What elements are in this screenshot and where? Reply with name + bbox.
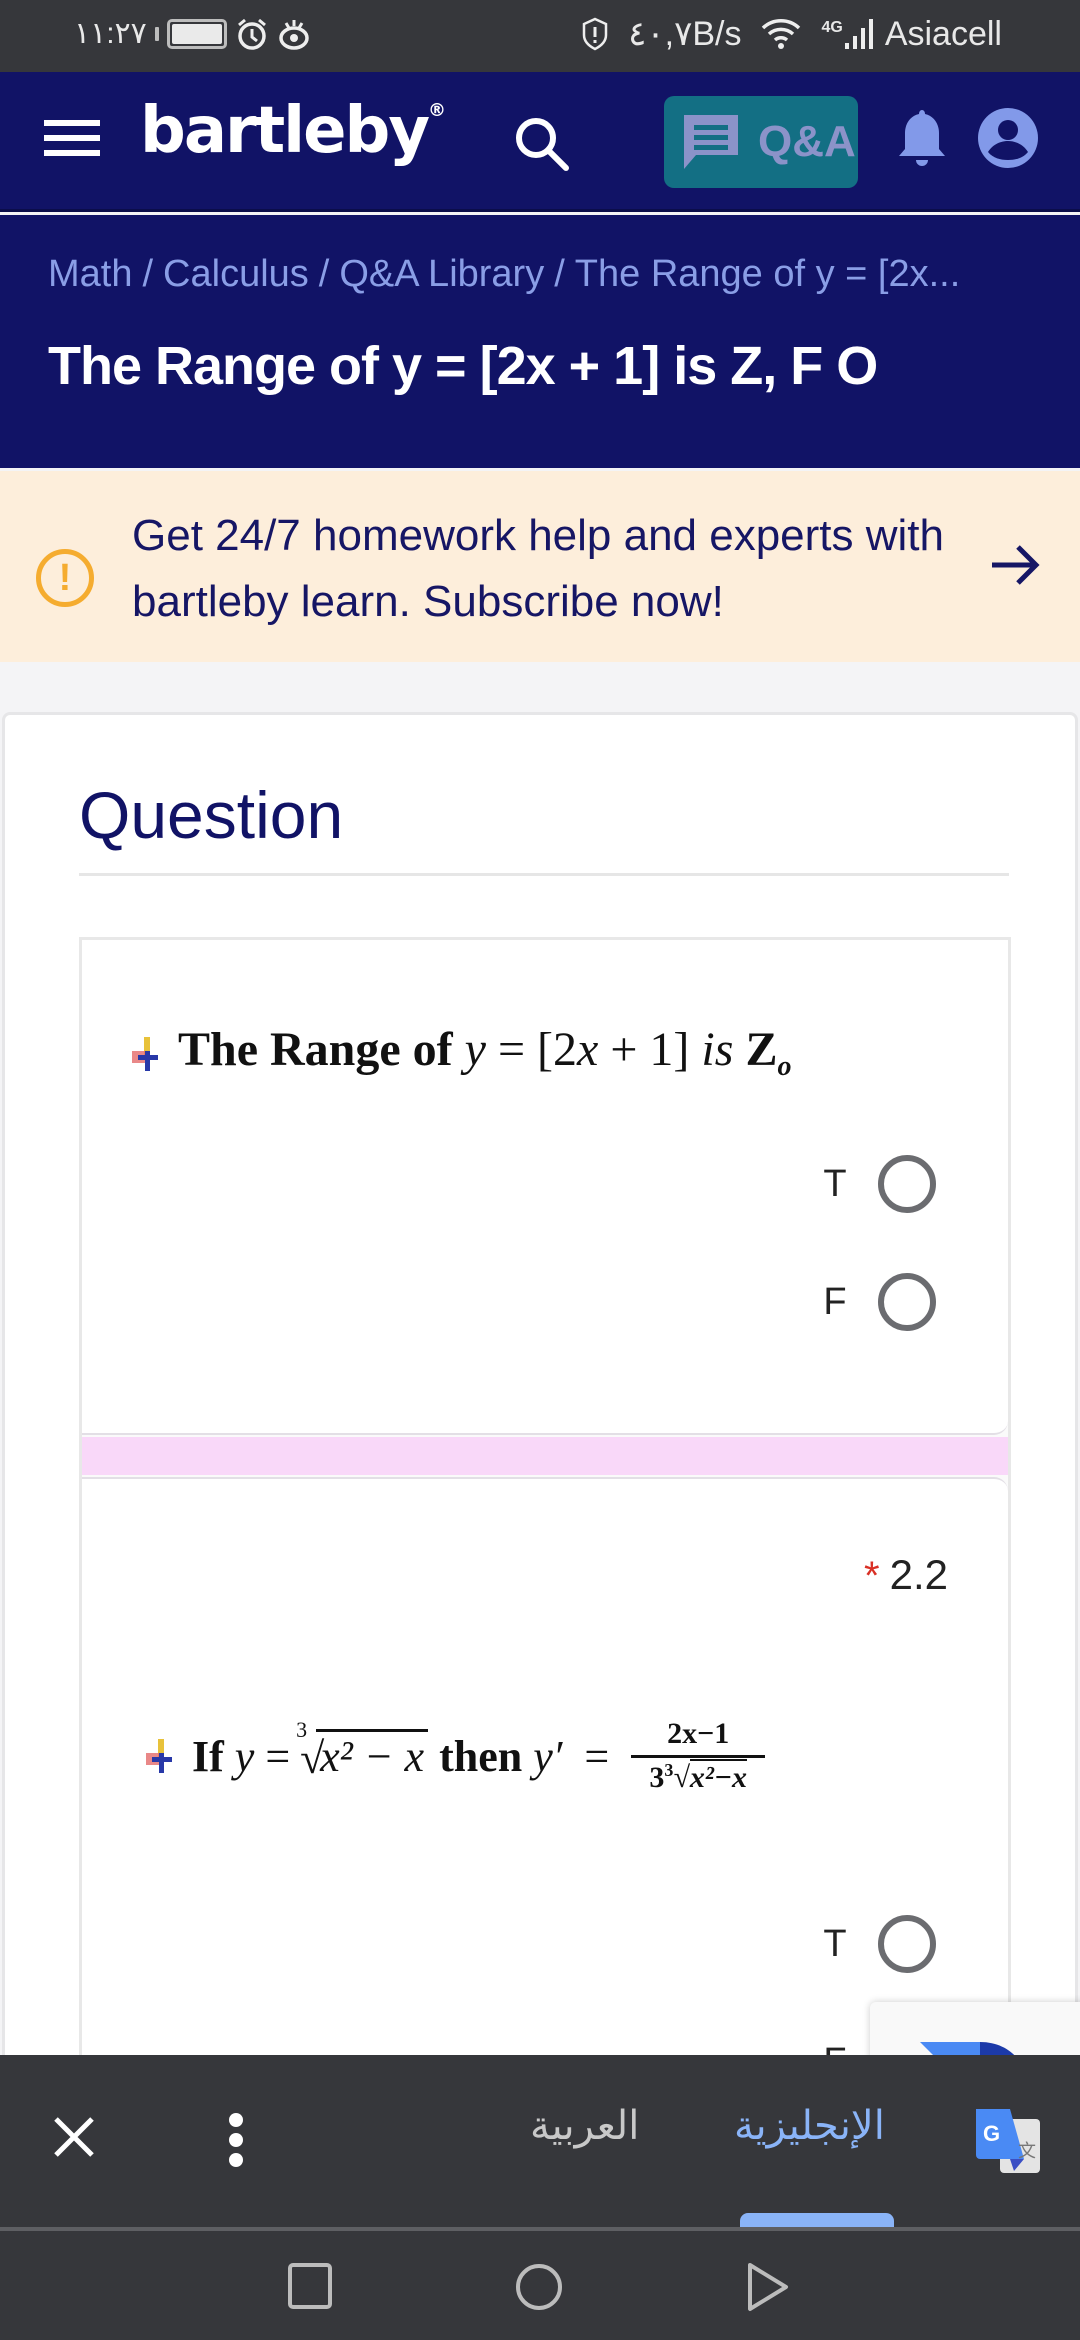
- clock: ١١:٢٧: [74, 17, 147, 50]
- section-divider: [82, 1437, 1008, 1475]
- registered-mark: ®: [428, 100, 446, 121]
- question-1-text: The Range of y = [2x + 1] is Zo: [132, 1022, 791, 1083]
- battery-tip: [154, 26, 159, 41]
- q1-var2: x: [577, 1023, 599, 1076]
- q2-eq2: =: [584, 1731, 610, 1781]
- signal-icon: [844, 19, 873, 49]
- subscribe-banner[interactable]: ! Get 24/7 homework help and experts wit…: [0, 471, 1080, 662]
- logo-text: bartleby: [140, 94, 430, 168]
- bell-icon[interactable]: [896, 106, 948, 170]
- cube-root: 3 √ x² − x: [296, 1717, 429, 1783]
- q2-yprime: y′: [533, 1731, 563, 1781]
- system-nav-bar: [0, 2227, 1080, 2340]
- close-icon[interactable]: [52, 2115, 96, 2159]
- question-item-1: The Range of y = [2x + 1] is Zo T F: [82, 940, 1008, 1435]
- page-title: The Range of y = [2x + 1] is Z, F O: [48, 336, 878, 396]
- more-vert-icon[interactable]: [226, 2113, 246, 2167]
- svg-text:文: 文: [1018, 2141, 1036, 2162]
- site-header: bartleby® Q&A: [0, 72, 1080, 212]
- breadcrumb-qa-library[interactable]: Q&A Library: [339, 253, 544, 295]
- breadcrumb-current: The Range of y = [2x...: [574, 253, 961, 295]
- account-icon[interactable]: [976, 106, 1040, 170]
- wifi-icon: [762, 19, 801, 49]
- battery-icon: [166, 18, 227, 49]
- q1-prefix: The Range of: [178, 1023, 453, 1076]
- status-bar: ١١:٢٧ ٤٠,٧B/s 4G Asiacell: [0, 0, 1080, 72]
- option-false-q1[interactable]: F: [822, 1273, 936, 1331]
- divider: [79, 873, 1009, 876]
- title-section: Math / Calculus / Q&A Library / The Range of y…: [0, 215, 1080, 468]
- question-heading: Question: [79, 778, 344, 852]
- q1-set-sub: o: [777, 1051, 792, 1082]
- radio-button[interactable]: [878, 1155, 936, 1213]
- screen: ١١:٢٧ ٤٠,٧B/s 4G Asiacell bartleby® Q&A: [0, 0, 1080, 2340]
- derivative-fraction: 2x−1 33√x²−x: [631, 1717, 766, 1795]
- breadcrumb-separator: /: [318, 253, 330, 295]
- q1-set: Z: [745, 1023, 778, 1076]
- q2-eq: =: [265, 1731, 291, 1781]
- fraction-denominator: 33√x²−x: [649, 1759, 748, 1794]
- network-type: 4G: [821, 19, 843, 36]
- qa-button[interactable]: Q&A: [664, 96, 858, 188]
- breadcrumb: Math / Calculus / Q&A Library / The Range of y…: [48, 253, 960, 296]
- q2-if: If: [192, 1731, 224, 1781]
- bartleby-logo[interactable]: bartleby®: [140, 94, 446, 168]
- fraction-numerator: 2x−1: [667, 1717, 730, 1750]
- search-icon[interactable]: [510, 112, 574, 176]
- arrow-right-icon[interactable]: [988, 537, 1044, 593]
- q1-eq: = [2: [497, 1023, 578, 1076]
- question-card: Question The Range of y = [2x + 1] is Zo…: [2, 712, 1078, 2137]
- translate-bar: العربية الإنجليزية G 文: [0, 2055, 1080, 2227]
- target-language-tab[interactable]: الإنجليزية: [734, 2103, 885, 2149]
- alert-circle-icon: !: [36, 549, 94, 607]
- option-true-q2[interactable]: T: [822, 1915, 936, 1973]
- google-translate-icon[interactable]: G 文: [974, 2107, 1042, 2175]
- question-image: The Range of y = [2x + 1] is Zo T F * 2.2…: [79, 937, 1011, 2137]
- option-true-q1[interactable]: T: [822, 1155, 936, 1213]
- radicand: x² − x: [316, 1728, 429, 1781]
- network-speed: ٤٠,٧B/s: [628, 15, 742, 53]
- chat-icon: [684, 115, 738, 169]
- back-button[interactable]: [744, 2261, 794, 2313]
- active-tab-indicator: [740, 2213, 894, 2227]
- question-2-text: If y = 3 √ x² − x then y′ = 2x−1 33√x²−x: [146, 1717, 766, 1795]
- bullet-icon: [132, 1036, 162, 1071]
- banner-text: Get 24/7 homework help and experts with …: [132, 511, 945, 626]
- question-number-value: 2.2: [889, 1551, 948, 1598]
- breadcrumb-math[interactable]: Math: [48, 253, 132, 295]
- q1-is: is: [701, 1023, 734, 1076]
- carrier: Asiacell: [884, 14, 1002, 53]
- option-label: F: [823, 1280, 847, 1323]
- q2-y: y: [234, 1731, 255, 1781]
- qa-label: Q&A: [758, 117, 856, 166]
- den-radicand: x²−x: [689, 1759, 748, 1794]
- recents-button[interactable]: [286, 2261, 336, 2313]
- bullet-icon: [146, 1739, 176, 1773]
- menu-icon[interactable]: [44, 120, 100, 160]
- q1-rest: + 1]: [610, 1023, 690, 1076]
- svg-text:G: G: [983, 2121, 1000, 2146]
- home-button[interactable]: [514, 2261, 564, 2313]
- shield-alert-icon: [582, 17, 608, 51]
- radio-button[interactable]: [878, 1915, 936, 1973]
- q2-then: then: [439, 1731, 523, 1781]
- den-root-index: 3: [664, 1760, 674, 1780]
- q1-var: y: [464, 1023, 486, 1076]
- option-label: T: [823, 1922, 847, 1965]
- breadcrumb-separator: /: [142, 253, 154, 295]
- question-number: * 2.2: [864, 1551, 948, 1599]
- breadcrumb-calculus[interactable]: Calculus: [163, 253, 309, 295]
- den-coef: 3: [649, 1761, 665, 1794]
- source-language-tab[interactable]: العربية: [530, 2103, 639, 2149]
- radio-button[interactable]: [878, 1273, 936, 1331]
- option-label: T: [823, 1162, 847, 1205]
- breadcrumb-separator: /: [554, 253, 565, 295]
- alarm-icon: [237, 18, 266, 50]
- eye-comfort-icon: [279, 19, 309, 50]
- required-mark: *: [864, 1554, 880, 1598]
